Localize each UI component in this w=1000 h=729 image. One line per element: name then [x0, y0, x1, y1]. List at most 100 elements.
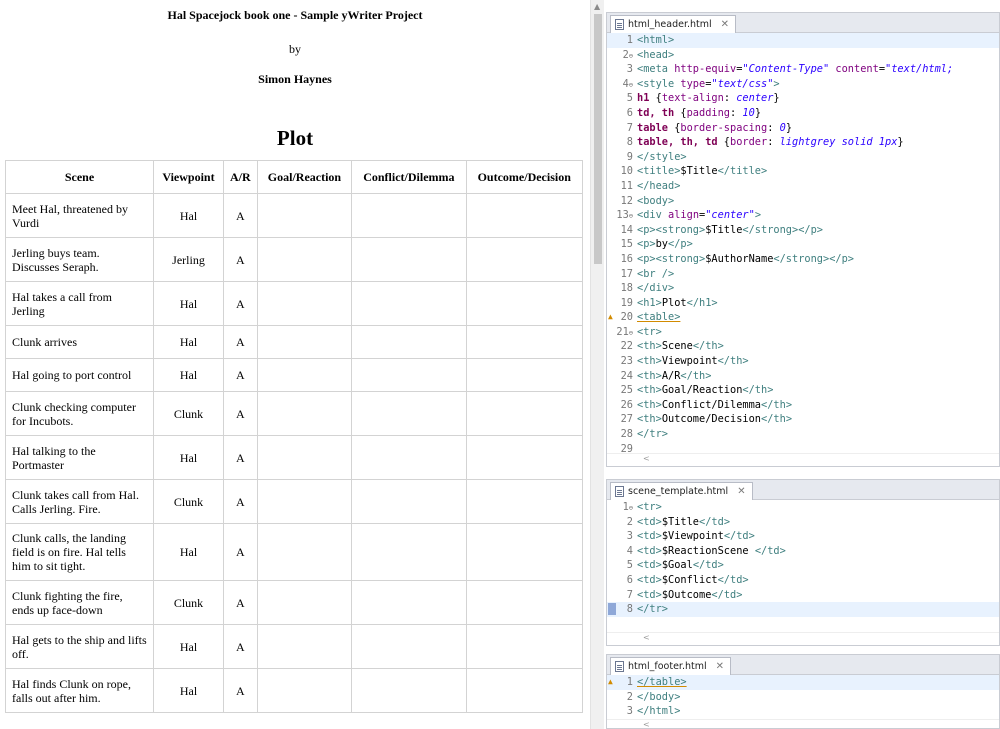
code-line[interactable]: 16 <p><strong>$AuthorName</strong></p> — [607, 252, 999, 267]
bookmark-marker[interactable] — [608, 603, 616, 616]
code-line[interactable]: 27 <th>Outcome/Decision</th> — [607, 412, 999, 427]
scroll-left-arrow-icon[interactable]: < — [643, 720, 650, 728]
scrollbar-thumb[interactable] — [594, 14, 602, 264]
code-line[interactable]: 3 </html> — [607, 704, 999, 719]
conflict-dilemma-cell — [351, 668, 467, 713]
code-line[interactable]: 9 </style> — [607, 150, 999, 165]
tab-label: html_footer.html — [628, 661, 707, 672]
code-line[interactable]: 6 <td>$Conflict</td> — [607, 573, 999, 588]
viewpoint-cell: Hal — [153, 325, 224, 359]
table-row: Hal talking to the Portmaster Hal A — [5, 435, 583, 480]
table-row: Clunk calls, the landing field is on fir… — [5, 523, 583, 581]
goal-reaction-cell — [256, 391, 353, 436]
warning-icon[interactable]: ▲ — [608, 677, 616, 687]
outcome-decision-cell — [465, 479, 583, 524]
code-area[interactable]: ▲ 1 </table> 2 </body> 3 </html> — [607, 675, 999, 719]
horizontal-scrollbar[interactable]: < — [607, 453, 999, 465]
goal-reaction-cell — [256, 281, 353, 326]
scroll-up-arrow-icon[interactable]: ▲ — [594, 2, 600, 11]
close-tab-icon[interactable]: ✕ — [716, 658, 724, 675]
editor-scene-template: scene_template.html ✕ 1⊖ <tr> 2 <td>$Title… — [606, 479, 1000, 646]
conflict-dilemma-cell — [351, 325, 467, 359]
code-line[interactable]: 25 <th>Goal/Reaction</th> — [607, 383, 999, 398]
ar-cell: A — [223, 391, 258, 436]
goal-reaction-cell — [256, 435, 353, 480]
conflict-dilemma-cell — [351, 358, 467, 392]
scroll-left-arrow-icon[interactable]: < — [643, 454, 650, 463]
code-line[interactable]: 17 <br /> — [607, 267, 999, 282]
code-line[interactable]: 28 </tr> — [607, 427, 999, 442]
code-line[interactable]: 23 <th>Viewpoint</th> — [607, 354, 999, 369]
goal-reaction-cell — [256, 479, 353, 524]
code-line[interactable]: 15 <p>by</p> — [607, 237, 999, 252]
code-line[interactable]: ▲ 1 </table> — [607, 675, 999, 690]
ar-cell: A — [223, 580, 258, 625]
tab-html-footer[interactable]: html_footer.html ✕ — [610, 657, 732, 675]
scene-cell: Hal gets to the ship and lifts off. — [5, 624, 154, 669]
code-line[interactable]: 4⊖ <style type="text/css"> — [607, 77, 999, 92]
goal-reaction-cell — [256, 358, 353, 392]
scene-cell: Clunk arrives — [5, 325, 154, 359]
html-preview-panel: Hal Spacejock book one - Sample yWriter … — [0, 0, 590, 729]
goal-reaction-cell — [256, 237, 353, 282]
code-line[interactable]: 22 <th>Scene</th> — [607, 339, 999, 354]
code-line[interactable]: ▲ 20 <table> — [607, 310, 999, 325]
conflict-dilemma-cell — [351, 624, 467, 669]
scroll-left-arrow-icon[interactable]: < — [643, 633, 650, 642]
goal-reaction-cell — [256, 668, 353, 713]
code-line[interactable]: 2⊖ <head> — [607, 48, 999, 63]
column-header-ar: A/R — [223, 160, 258, 194]
code-line[interactable]: 8 </tr> — [607, 602, 999, 617]
viewpoint-cell: Hal — [153, 435, 224, 480]
code-line[interactable]: 2 </body> — [607, 690, 999, 705]
code-line[interactable]: 11 </head> — [607, 179, 999, 194]
code-line[interactable]: 10 <title>$Title</title> — [607, 164, 999, 179]
code-line[interactable]: 6 td, th {padding: 10} — [607, 106, 999, 121]
table-row: Hal takes a call from Jerling Hal A — [5, 281, 583, 326]
code-area[interactable]: 1⊖ <tr> 2 <td>$Title</td> 3 <td>$Viewpoint<… — [607, 500, 999, 617]
code-line[interactable]: 7 table {border-spacing: 0} — [607, 121, 999, 136]
editor-tabbar: html_footer.html ✕ — [607, 655, 999, 675]
code-line[interactable]: 5 <td>$Goal</td> — [607, 558, 999, 573]
outcome-decision-cell — [465, 580, 583, 625]
code-line[interactable]: 13⊖ <div align="center"> — [607, 208, 999, 223]
code-line[interactable]: 3 <meta http-equiv="Content-Type" content… — [607, 62, 999, 77]
code-line[interactable]: 4 <td>$ReactionScene </td> — [607, 544, 999, 559]
preview-vertical-scrollbar[interactable]: ▲ — [590, 0, 604, 729]
code-line[interactable]: 7 <td>$Outcome</td> — [607, 588, 999, 603]
close-tab-icon[interactable]: ✕ — [721, 16, 729, 33]
ar-cell: A — [223, 281, 258, 326]
tab-html-header[interactable]: html_header.html ✕ — [610, 15, 737, 33]
column-header-outcome-decision: Outcome/Decision — [465, 160, 583, 194]
conflict-dilemma-cell — [351, 281, 467, 326]
scene-cell: Hal talking to the Portmaster — [5, 435, 154, 480]
code-area[interactable]: 1 <html> 2⊖ <head> 3 <meta http-equiv="Cont… — [607, 33, 999, 456]
outcome-decision-cell — [465, 325, 583, 359]
column-header-conflict-dilemma: Conflict/Dilemma — [351, 160, 467, 194]
code-line[interactable]: 24 <th>A/R</th> — [607, 369, 999, 384]
ar-cell: A — [223, 358, 258, 392]
code-line[interactable]: 3 <td>$Viewpoint</td> — [607, 529, 999, 544]
code-line[interactable]: 8 table, th, td {border: lightgrey solid … — [607, 135, 999, 150]
code-line[interactable]: 19 <h1>Plot</h1> — [607, 296, 999, 311]
tab-scene-template[interactable]: scene_template.html ✕ — [610, 482, 753, 500]
code-line[interactable]: 12 <body> — [607, 194, 999, 209]
code-line[interactable]: 1⊖ <tr> — [607, 500, 999, 515]
code-line[interactable]: 26 <th>Conflict/Dilemma</th> — [607, 398, 999, 413]
code-line[interactable]: 14 <p><strong>$Title</strong></p> — [607, 223, 999, 238]
viewpoint-cell: Clunk — [153, 580, 224, 625]
editor-html-footer: html_footer.html ✕ ▲ 1 </table> 2 </body> 3… — [606, 654, 1000, 729]
code-line[interactable]: 18 </div> — [607, 281, 999, 296]
code-line[interactable]: 2 <td>$Title</td> — [607, 515, 999, 530]
warning-icon[interactable]: ▲ — [608, 312, 616, 322]
scene-cell: Hal finds Clunk on rope, falls out after… — [5, 668, 154, 713]
plot-heading: Plot — [276, 126, 314, 150]
horizontal-scrollbar[interactable]: < — [607, 719, 999, 728]
code-line[interactable]: 1 <html> — [607, 33, 999, 48]
close-tab-icon[interactable]: ✕ — [737, 483, 745, 500]
editor-html-header: html_header.html ✕ 1 <html> 2⊖ <head> 3 <me… — [606, 12, 1000, 467]
html-file-icon — [615, 19, 624, 30]
horizontal-scrollbar[interactable]: < — [607, 632, 999, 644]
code-line[interactable]: 21⊖ <tr> — [607, 325, 999, 340]
code-line[interactable]: 5 h1 {text-align: center} — [607, 91, 999, 106]
